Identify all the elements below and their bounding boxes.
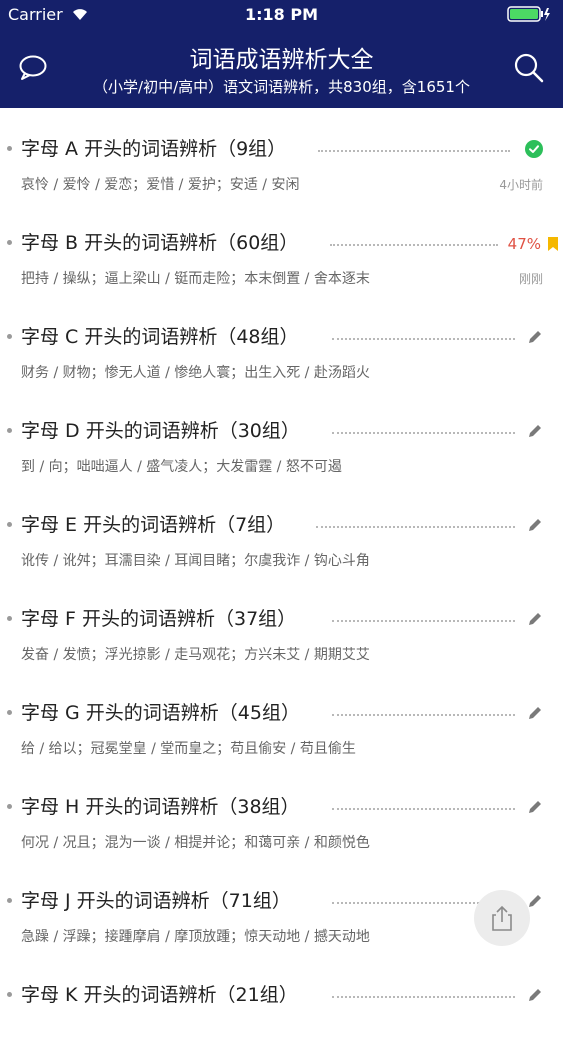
dotted-leader [316,526,515,528]
pencil-icon[interactable] [527,987,543,1003]
item-title: 字母 D 开头的词语辨析（30组） [21,420,300,442]
item-title: 字母 H 开头的词语辨析（38组） [21,796,300,818]
item-words: 讹传 / 讹舛；耳濡目染 / 耳闻目睹；尔虞我诈 / 钩心斗角 [21,553,370,569]
share-button[interactable] [474,890,530,946]
item-title: 字母 A 开头的词语辨析（9组） [21,138,287,160]
status-bar: Carrier 1:18 PM [0,0,563,30]
bullet-icon [7,522,12,527]
list-item[interactable]: 字母 K 开头的词语辨析（21组） [0,960,563,1054]
page-subtitle: （小学/初中/高中）语文词语辨析，共830组，含1651个 [93,78,470,96]
item-title: 字母 G 开头的词语辨析（45组） [21,702,300,724]
list-item[interactable]: 字母 H 开头的词语辨析（38组） 何况 / 况且；混为一谈 / 相提并论；和蔼… [0,772,563,866]
bullet-icon [7,898,12,903]
item-words: 把持 / 操纵；逼上梁山 / 铤而走险；本末倒置 / 舍本逐末 [21,271,370,287]
pencil-icon[interactable] [527,329,543,345]
progress-percent: 47% [507,235,541,253]
pencil-icon[interactable] [527,423,543,439]
list-item[interactable]: 字母 D 开头的词语辨析（30组） 到 / 向；咄咄逼人 / 盛气凌人；大发雷霆… [0,396,563,490]
item-words: 财务 / 财物；惨无人道 / 惨绝人寰；出生入死 / 赴汤蹈火 [21,365,370,381]
page-title: 词语成语辨析大全 [189,47,374,73]
share-icon [492,905,512,931]
bullet-icon [7,804,12,809]
list-item[interactable]: 字母 G 开头的词语辨析（45组） 给 / 给以；冠冕堂皇 / 堂而皇之；苟且偷… [0,678,563,772]
item-title: 字母 F 开头的词语辨析（37组） [21,608,297,630]
item-time: 刚刚 [518,272,543,286]
pencil-icon[interactable] [527,799,543,815]
bullet-icon [7,710,12,715]
bullet-icon [7,334,12,339]
status-time: 1:18 PM [244,5,318,24]
list-item[interactable]: 字母 B 开头的词语辨析（60组） 47% 把持 / 操纵；逼上梁山 / 铤而走… [0,208,563,302]
item-title: 字母 C 开头的词语辨析（48组） [21,326,299,348]
item-words: 到 / 向；咄咄逼人 / 盛气凌人；大发雷霆 / 怒不可遏 [21,459,342,475]
dotted-leader [332,338,515,340]
item-words: 急躁 / 浮躁；接踵摩肩 / 摩顶放踵；惊天动地 / 撼天动地 [21,929,370,945]
item-title: 字母 E 开头的词语辨析（7组） [21,514,286,536]
search-icon[interactable] [513,52,545,84]
bullet-icon [7,240,12,245]
dotted-leader [332,996,515,998]
dotted-leader [318,150,510,152]
item-title: 字母 J 开头的词语辨析（71组） [21,890,291,912]
pencil-icon[interactable] [527,705,543,721]
bullet-icon [7,428,12,433]
list-item[interactable]: 字母 E 开头的词语辨析（7组） 讹传 / 讹舛；耳濡目染 / 耳闻目睹；尔虞我… [0,490,563,584]
list-item[interactable]: 字母 A 开头的词语辨析（9组） 哀怜 / 爱怜 / 爱恋；爱惜 / 爱护；安适… [0,114,563,208]
pencil-icon[interactable] [527,517,543,533]
nav-header: Carrier 1:18 PM 词语成语辨析大全 （小学/初中/高中）语文词语辨… [0,0,563,108]
dotted-leader [332,620,515,622]
dotted-leader [332,432,515,434]
item-title: 字母 K 开头的词语辨析（21组） [21,984,298,1006]
item-words: 哀怜 / 爱怜 / 爱恋；爱惜 / 爱护；安适 / 安闲 [21,177,300,193]
pencil-icon[interactable] [527,611,543,627]
bullet-icon [7,146,12,151]
dotted-leader [330,244,498,246]
dotted-leader [332,808,515,810]
bullet-icon [7,616,12,621]
dotted-leader [332,714,515,716]
battery-icon [507,6,550,22]
item-words: 发奋 / 发愤；浮光掠影 / 走马观花；方兴未艾 / 期期艾艾 [21,647,370,663]
bookmark-icon [548,237,558,251]
item-words: 给 / 给以；冠冕堂皇 / 堂而皇之；苟且偷安 / 苟且偷生 [21,741,356,757]
bullet-icon [7,992,12,997]
list-item[interactable]: 字母 C 开头的词语辨析（48组） 财务 / 财物；惨无人道 / 惨绝人寰；出生… [0,302,563,396]
item-time: 4小时前 [499,178,543,192]
item-title: 字母 B 开头的词语辨析（60组） [21,232,299,254]
check-circle-icon [525,140,543,158]
item-words: 何况 / 况且；混为一谈 / 相提并论；和蔼可亲 / 和颜悦色 [21,835,370,851]
list-item[interactable]: 字母 F 开头的词语辨析（37组） 发奋 / 发愤；浮光掠影 / 走马观花；方兴… [0,584,563,678]
